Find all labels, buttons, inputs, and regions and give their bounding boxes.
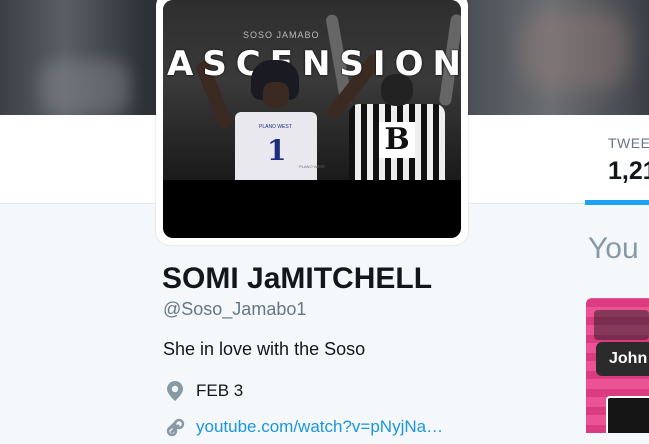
jersey-number: 1 — [267, 134, 287, 167]
tweets-tab-label: TWEE — [608, 135, 649, 151]
avatar-photo: SOSO JAMABO ASCENSION B PLANO WEST 1 PLA… — [163, 0, 461, 180]
avatar-image: SOSO JAMABO ASCENSION B PLANO WEST 1 PLA… — [163, 0, 461, 238]
tweets-tab[interactable]: TWEE 1,21 — [585, 115, 649, 205]
jersey-text-secondary: PLANO WEST — [299, 164, 326, 169]
tweets-tab-clip: TWEE 1,21 — [585, 115, 649, 205]
location-pin-icon — [166, 379, 188, 403]
active-tab-indicator — [585, 200, 649, 205]
sidebar-card-label: John — [596, 342, 649, 376]
profile-bio: She in love with the Soso — [163, 339, 366, 359]
avatar-credit-text: SOSO JAMABO — [243, 30, 320, 40]
referee-letter: B — [379, 122, 415, 158]
profile-handle[interactable]: @Soso_Jamabo1 — [163, 299, 306, 320]
avatar-title-text: ASCENSION — [167, 44, 461, 84]
profile-date: FEB 3 — [196, 381, 244, 400]
sidebar-card-thumbnail — [606, 396, 649, 433]
jersey-text: PLANO WEST — [259, 124, 292, 130]
sidebar-heading: You — [588, 232, 639, 265]
profile-name[interactable]: SOMI JaMITCHELL — [162, 262, 432, 296]
profile-avatar[interactable]: SOSO JAMABO ASCENSION B PLANO WEST 1 PLA… — [156, 0, 468, 245]
tweets-count: 1,21 — [608, 157, 649, 185]
link-icon — [166, 415, 188, 439]
sidebar-media-card[interactable]: John — [586, 298, 649, 433]
profile-website-link[interactable]: youtube.com/watch?v=pNyjNa… — [196, 417, 443, 437]
